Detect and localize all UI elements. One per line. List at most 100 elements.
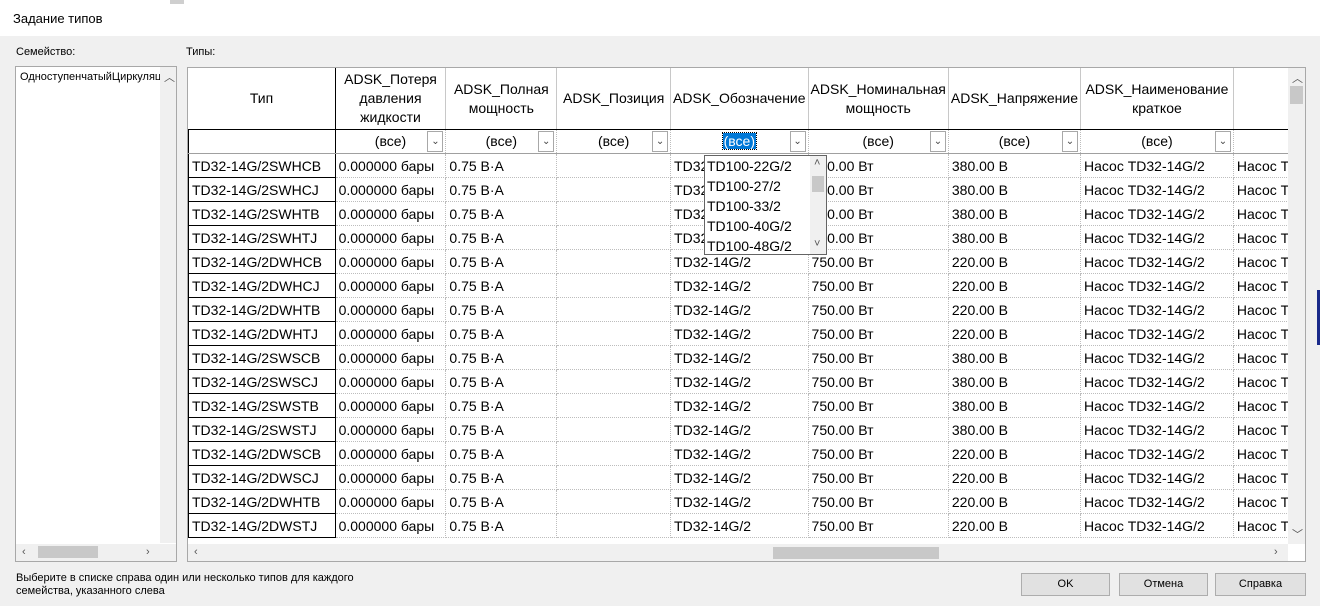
table-cell[interactable]: [556, 345, 672, 370]
help-button[interactable]: Справка: [1215, 573, 1306, 596]
table-cell[interactable]: 750.00 Вт: [808, 441, 949, 466]
table-cell[interactable]: Насос TD32-14G/2: [1080, 201, 1234, 226]
column-header[interactable]: Тип: [188, 68, 336, 130]
table-cell[interactable]: 0.000000 бары: [335, 369, 447, 394]
type-name-cell[interactable]: TD32-14G/2SWHCB: [188, 153, 336, 178]
table-cell[interactable]: Насос TD32-14G/2: [1080, 345, 1234, 370]
table-cell[interactable]: 0.000000 бары: [335, 513, 447, 538]
table-cell[interactable]: 750.00 Вт: [808, 345, 949, 370]
type-name-cell[interactable]: TD32-14G/2DWHCB: [188, 249, 336, 274]
filter-combo[interactable]: (все) ⌄: [559, 131, 669, 152]
column-header[interactable]: ADSK_Потеря давления жидкости: [335, 68, 447, 130]
table-row[interactable]: TD32-14G/2SWSCB 0.000000 бары 0.75 В·А TD32…: [188, 345, 1305, 370]
table-cell[interactable]: 0.75 В·А: [445, 249, 558, 274]
table-cell[interactable]: Насос TD32-14G/2: [1080, 153, 1234, 178]
table-cell[interactable]: [556, 513, 672, 538]
table-cell[interactable]: [556, 393, 672, 418]
table-cell[interactable]: TD32-14G/2: [670, 297, 809, 322]
table-cell[interactable]: [556, 201, 672, 226]
type-name-cell[interactable]: TD32-14G/2SWHTB: [188, 201, 336, 226]
type-name-cell[interactable]: TD32-14G/2SWSTB: [188, 393, 336, 418]
table-cell[interactable]: 0.75 В·А: [445, 513, 558, 538]
table-cell[interactable]: Насос TD32-14G/2: [1080, 393, 1234, 418]
table-cell[interactable]: 750.00 Вт: [808, 465, 949, 490]
table-cell[interactable]: 750.00 Вт: [808, 489, 949, 514]
filter-combo[interactable]: (все) ⌄: [448, 131, 555, 152]
table-cell[interactable]: 0.000000 бары: [335, 393, 447, 418]
table-cell[interactable]: 0.75 В·А: [445, 345, 558, 370]
table-cell[interactable]: Насос TD32-14G/2: [1080, 273, 1234, 298]
table-cell[interactable]: [556, 417, 672, 442]
table-cell[interactable]: 220.00 В: [948, 513, 1081, 538]
dropdown-option[interactable]: TD100-33/2: [707, 198, 781, 214]
table-cell[interactable]: 0.000000 бары: [335, 153, 447, 178]
chevron-down-icon[interactable]: ⌄: [789, 131, 806, 152]
scroll-left-icon[interactable]: ‹: [22, 546, 26, 558]
table-cell[interactable]: [556, 153, 672, 178]
table-cell[interactable]: Насос TD32-14G/2: [1080, 249, 1234, 274]
table-cell[interactable]: Насос TD32-14G/2: [1080, 489, 1234, 514]
table-cell[interactable]: 750.00 Вт: [808, 177, 949, 202]
table-cell[interactable]: 0.75 В·А: [445, 441, 558, 466]
dropdown-option[interactable]: TD100-48G/2: [707, 238, 792, 254]
table-cell[interactable]: 0.000000 бары: [335, 489, 447, 514]
table-cell[interactable]: Насос TD32-14G/2: [1080, 465, 1234, 490]
table-cell[interactable]: 750.00 Вт: [808, 153, 949, 178]
table-cell[interactable]: TD32-14G/2: [670, 489, 809, 514]
table-cell[interactable]: 750.00 Вт: [808, 417, 949, 442]
column-header[interactable]: ADSK_Номинальная мощность: [808, 68, 949, 130]
table-cell[interactable]: TD32-14G/2: [670, 345, 809, 370]
chevron-down-icon[interactable]: ⌄: [427, 131, 444, 152]
table-cell[interactable]: 220.00 В: [948, 441, 1081, 466]
table-cell[interactable]: 0.75 В·А: [445, 417, 558, 442]
table-cell[interactable]: TD32-14G/2: [670, 273, 809, 298]
cancel-button[interactable]: Отмена: [1119, 573, 1208, 596]
table-cell[interactable]: 750.00 Вт: [808, 273, 949, 298]
table-cell[interactable]: 0.75 В·А: [445, 153, 558, 178]
family-item[interactable]: ОдноступенчатыйЦиркуляционный: [20, 71, 160, 83]
table-cell[interactable]: 0.000000 бары: [335, 249, 447, 274]
table-cell[interactable]: 0.000000 бары: [335, 441, 447, 466]
type-name-cell[interactable]: TD32-14G/2SWSCJ: [188, 369, 336, 394]
table-cell[interactable]: 0.000000 бары: [335, 177, 447, 202]
table-cell[interactable]: 380.00 В: [948, 225, 1081, 250]
table-cell[interactable]: 0.75 В·А: [445, 489, 558, 514]
dropdown-option[interactable]: TD100-40G/2: [707, 218, 792, 234]
table-row[interactable]: TD32-14G/2SWSCJ 0.000000 бары 0.75 В·А TD32…: [188, 369, 1305, 394]
type-name-cell[interactable]: TD32-14G/2SWHCJ: [188, 177, 336, 202]
family-list[interactable]: ОдноступенчатыйЦиркуляционный ︿ ‹ ›: [15, 66, 177, 562]
table-cell[interactable]: Насос TD32-14G/2: [1080, 441, 1234, 466]
table-row[interactable]: TD32-14G/2DWHTJ 0.000000 бары 0.75 В·А TD32…: [188, 321, 1305, 346]
table-cell[interactable]: [556, 273, 672, 298]
table-cell[interactable]: 220.00 В: [948, 297, 1081, 322]
table-cell[interactable]: 750.00 Вт: [808, 201, 949, 226]
dropdown-scroll-thumb[interactable]: [812, 176, 824, 192]
table-cell[interactable]: TD32-14G/2: [670, 417, 809, 442]
type-name-cell[interactable]: TD32-14G/2DWSTJ: [188, 513, 336, 538]
table-cell[interactable]: 0.000000 бары: [335, 345, 447, 370]
types-vertical-scrollbar[interactable]: ︿ ﹀: [1288, 68, 1305, 544]
table-cell[interactable]: Насос TD32-14G/2: [1080, 177, 1234, 202]
table-cell[interactable]: 220.00 В: [948, 489, 1081, 514]
types-horizontal-scrollbar[interactable]: ‹ ›: [188, 544, 1288, 561]
table-cell[interactable]: 750.00 Вт: [808, 225, 949, 250]
types-vscroll-thumb[interactable]: [1290, 86, 1303, 104]
type-name-cell[interactable]: TD32-14G/2DWSCJ: [188, 465, 336, 490]
filter-combo[interactable]: (все) ⌄: [338, 131, 444, 152]
chevron-down-icon[interactable]: ⌄: [538, 131, 555, 152]
table-cell[interactable]: 0.000000 бары: [335, 201, 447, 226]
table-cell[interactable]: Насос TD32-14G/2: [1080, 297, 1234, 322]
scroll-right-icon[interactable]: ›: [1274, 546, 1278, 558]
scroll-left-icon[interactable]: ‹: [194, 546, 198, 558]
table-cell[interactable]: TD32-14G/2: [670, 393, 809, 418]
table-cell[interactable]: 0.75 В·А: [445, 321, 558, 346]
column-header[interactable]: ADSK_Позиция: [556, 68, 672, 130]
family-vertical-scrollbar[interactable]: ︿: [160, 67, 176, 543]
table-row[interactable]: TD32-14G/2DWHTB 0.000000 бары 0.75 В·А TD32…: [188, 297, 1305, 322]
table-cell[interactable]: 0.000000 бары: [335, 417, 447, 442]
table-row[interactable]: TD32-14G/2DWHCJ 0.000000 бары 0.75 В·А TD32…: [188, 273, 1305, 298]
family-hscroll-thumb[interactable]: [38, 546, 98, 558]
dropdown-option[interactable]: TD100-22G/2: [707, 158, 792, 174]
table-cell[interactable]: 380.00 В: [948, 393, 1081, 418]
table-cell[interactable]: TD32-14G/2: [670, 321, 809, 346]
